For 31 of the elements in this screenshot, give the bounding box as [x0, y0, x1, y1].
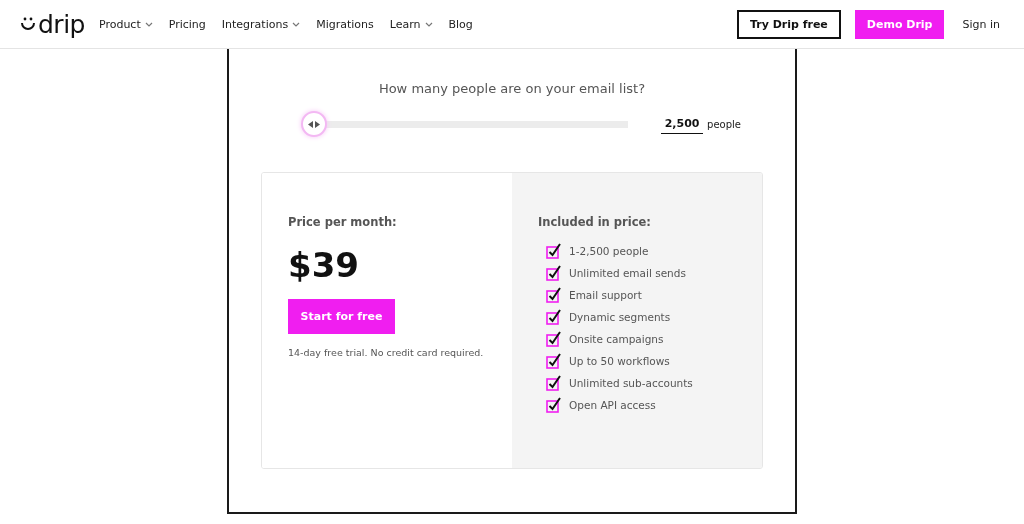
chevron-down-icon: [424, 21, 433, 27]
feature-label: Unlimited email sends: [569, 267, 686, 279]
feature-label: Dynamic segments: [569, 311, 671, 323]
nav-link[interactable]: Learn: [389, 17, 433, 31]
price: $39: [288, 245, 359, 285]
count-field[interactable]: 2,500: [661, 114, 704, 134]
feature-label: 1-2,500 people: [569, 245, 649, 257]
chevron-down-icon: [292, 21, 301, 27]
logo-text: drip: [38, 11, 85, 37]
feature-label: Onsite campaigns: [569, 333, 664, 345]
nav-link[interactable]: Integrations: [221, 17, 301, 31]
unit-label: people: [707, 118, 741, 130]
question: How many people are on your email list?: [378, 81, 646, 96]
arrows-icon: [308, 120, 320, 128]
nav-link[interactable]: Product: [98, 17, 153, 31]
feature-label: Open API access: [569, 399, 656, 411]
slider-thumb[interactable]: [301, 111, 327, 137]
sign-in-link[interactable]: Sign in: [958, 17, 1004, 31]
nav-link[interactable]: Migrations: [316, 17, 374, 31]
feature-label: Email support: [569, 289, 642, 301]
trial-button[interactable]: Try Drip free: [736, 9, 841, 39]
price-label: Price per month:: [288, 215, 397, 229]
feature-label: Up to 50 workflows: [569, 355, 670, 367]
logo[interactable]: drip: [20, 11, 85, 37]
trial-note: 14-day free trial. No credit card required.: [288, 347, 484, 358]
smile-icon: [20, 16, 36, 32]
feature-label: Unlimited sub-accounts: [569, 377, 693, 389]
chevron-down-icon: [144, 21, 153, 27]
included-title: Included in price:: [538, 215, 652, 229]
nav-link[interactable]: Pricing: [168, 17, 206, 31]
nav-link[interactable]: Blog: [448, 17, 473, 31]
